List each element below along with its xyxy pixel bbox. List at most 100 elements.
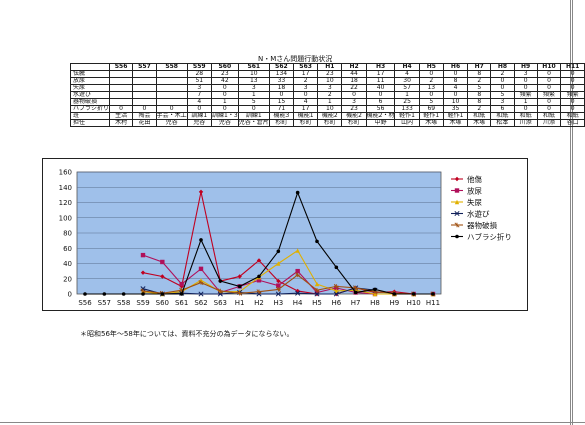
- x-tick-label: S59: [136, 299, 149, 307]
- table-cell: 10: [317, 77, 343, 85]
- data-point: [373, 287, 377, 292]
- table-cell: 30: [394, 77, 420, 85]
- table-cell: 0: [513, 105, 538, 113]
- table-year-header: S63: [292, 63, 319, 71]
- table-cell: 71: [268, 105, 295, 113]
- table-row-label: 失尿: [70, 84, 110, 92]
- table-row-label: 担任: [70, 119, 110, 127]
- document-page: N・Mさん問題行動状況 S56 S57 S58 S59 S60 S61 S62 S63 H1 H2…: [0, 0, 585, 425]
- table-cell: 児谷: [210, 119, 239, 127]
- data-point: [218, 279, 223, 283]
- table-cell: [108, 77, 134, 85]
- table-cell: 機能2: [341, 112, 367, 120]
- legend-label: 水遊び: [467, 209, 490, 219]
- table-year-header: H1: [317, 63, 343, 71]
- table-header-row: S56 S57 S58 S59 S60 S61 S62 S63 H1 H2 H3 H4 H5 H6 H7 H8…: [70, 63, 585, 71]
- table-cell: [155, 98, 188, 106]
- table-cell: 和紙: [536, 112, 562, 120]
- legend-label: 器物破損: [467, 220, 497, 230]
- table-cell: 木塚: [442, 119, 469, 127]
- table-cell: 10: [317, 105, 343, 113]
- table-cell: 4: [186, 98, 212, 106]
- table-cell: 8: [467, 91, 492, 99]
- table-row: 放尿 51 42 13 33 2 10 18 11 30 2 8 2 0 0 0 0: [70, 77, 585, 85]
- table-cell: 23: [210, 70, 239, 78]
- table-row-label: 班: [70, 112, 110, 120]
- table-cell: 児谷: [155, 119, 188, 127]
- table-year-header: H2: [341, 63, 367, 71]
- x-tick-label: H3: [273, 299, 283, 307]
- table-cell: 5: [490, 91, 515, 99]
- table-cell: 0: [442, 70, 469, 78]
- page-edge-bottom: [0, 422, 585, 423]
- table-cell: 8: [467, 70, 492, 78]
- x-tick-label: H7: [351, 299, 361, 307]
- table-cell: 谷口: [560, 119, 585, 127]
- data-point: [179, 292, 184, 296]
- data-point: [179, 281, 184, 287]
- table-cell: 5: [467, 84, 492, 92]
- table-cell: 松本: [490, 119, 515, 127]
- table-row: 班生活 陶芸 手芸・木工 訓練1 訓練1・3 訓練1 機能3 機能1 機能2 機能2 機能2・材 軽作…: [70, 112, 585, 120]
- table-cell: 8: [442, 77, 469, 85]
- table-cell: [132, 70, 157, 78]
- table-cell: 機能1: [292, 112, 319, 120]
- table-cell: 13: [237, 77, 270, 85]
- table-row: 水遊び 7 0 1 0 0 2 0 0 1 0 0 8 5 頻繁 頻繁 頻繁: [70, 91, 585, 99]
- table-cell: 生活: [108, 112, 134, 120]
- table-cell: 児谷・倉片: [237, 119, 270, 127]
- table-cell: 0: [560, 105, 585, 113]
- table-cell: 0: [210, 84, 239, 92]
- y-tick-label: 160: [59, 169, 72, 177]
- table-cell: 3: [317, 84, 343, 92]
- table-cell: 133: [394, 105, 420, 113]
- table-cell: 17: [292, 70, 319, 78]
- table-cell: 1: [513, 98, 538, 106]
- table-year-header: S57: [132, 63, 157, 71]
- table-cell: 児谷: [186, 119, 212, 127]
- table-cell: 4: [442, 84, 469, 92]
- table-row-label: 怯騰: [70, 70, 110, 78]
- data-point: [276, 283, 281, 288]
- table-cell: 3: [513, 70, 538, 78]
- data-point: [199, 238, 203, 242]
- table-cell: 花田: [132, 119, 157, 127]
- table-cell: 2: [467, 77, 492, 85]
- table-cell: 3: [292, 84, 319, 92]
- x-tick-label: S63: [214, 299, 227, 307]
- x-tick-label: H1: [235, 299, 245, 307]
- table-cell: 木村: [108, 119, 134, 127]
- x-tick-label: H9: [389, 299, 399, 307]
- legend-marker: [454, 188, 460, 193]
- table-year-header: H5: [418, 63, 444, 71]
- data-point: [121, 292, 126, 296]
- x-tick-label: H8: [370, 299, 380, 307]
- table-cell: 0: [237, 105, 270, 113]
- table-year-header: S62: [268, 63, 295, 71]
- y-tick-label: 100: [59, 214, 72, 222]
- table-cell: [132, 84, 157, 92]
- table-cell: 0: [155, 105, 188, 113]
- x-tick-label: S56: [78, 299, 92, 307]
- table-cell: 杉町: [341, 119, 367, 127]
- table-cell: 川添: [513, 119, 538, 127]
- table-cell: 機能3: [268, 112, 295, 120]
- table-cell: 57: [394, 84, 420, 92]
- y-tick-label: 60: [63, 245, 72, 253]
- table-cell: 2: [418, 77, 444, 85]
- table-cell: 2: [467, 105, 492, 113]
- table-cell: [155, 77, 188, 85]
- table-cell: 69: [418, 105, 444, 113]
- table-cell: 1: [394, 91, 420, 99]
- data-point: [257, 274, 261, 279]
- data-point: [83, 292, 87, 296]
- table-cell: 杉町: [268, 119, 295, 127]
- data-point: [392, 292, 397, 296]
- table-cell: 0: [418, 70, 444, 78]
- data-point: [237, 284, 242, 289]
- table-cell: 11: [365, 77, 396, 85]
- table-cell: 51: [186, 77, 212, 85]
- data-point: [353, 290, 358, 295]
- table-cell: 23: [341, 105, 367, 113]
- table-cell: 2: [292, 77, 319, 85]
